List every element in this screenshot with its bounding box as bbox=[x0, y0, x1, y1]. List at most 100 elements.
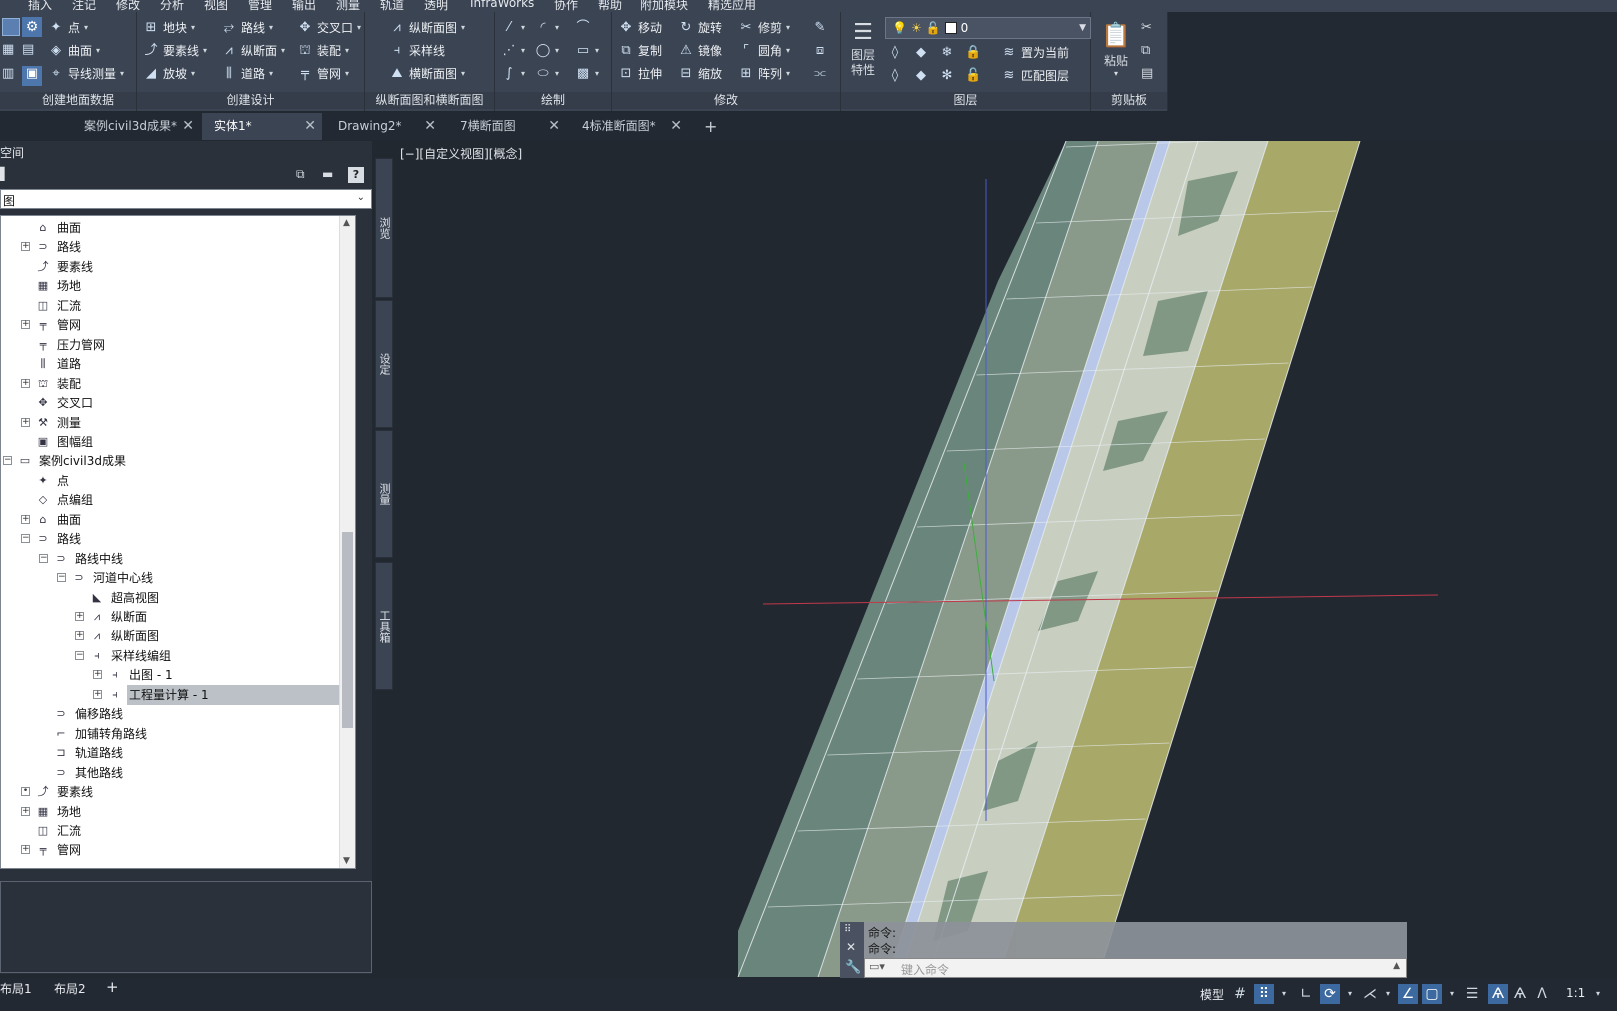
osnap-dropdown-icon[interactable]: ▾ bbox=[1442, 984, 1462, 1004]
side-tab-prospector[interactable]: 浏览 bbox=[375, 158, 393, 298]
panel-title-design[interactable]: 创建设计 bbox=[137, 92, 364, 109]
tree-node[interactable]: − ⊃ 路线 bbox=[21, 529, 83, 549]
wrench-icon[interactable]: 🔧 bbox=[845, 960, 861, 975]
layout-tab-1[interactable]: 布局1 bbox=[0, 980, 32, 997]
menu-view[interactable]: 视图 bbox=[204, 0, 228, 12]
isodraft-icon[interactable]: ⋌ bbox=[1360, 984, 1380, 1004]
fillet-button[interactable]: ⌜ 圆角 ▾ bbox=[738, 40, 790, 62]
ribbon-sample-lines-button[interactable]: ⫞ 采样线 bbox=[389, 40, 445, 62]
tree-expander-icon[interactable]: + bbox=[21, 320, 30, 330]
scale-dropdown-icon[interactable]: ▾ bbox=[1588, 984, 1608, 1004]
erase-button[interactable]: ✎ bbox=[812, 17, 828, 39]
layer-unisolate-icon[interactable]: ◆ bbox=[913, 68, 929, 84]
help-icon[interactable]: ? bbox=[348, 167, 364, 183]
chevron-up-icon[interactable]: ▲ bbox=[1393, 961, 1400, 971]
menu-rail[interactable]: 轨道 bbox=[380, 0, 404, 12]
tree-expander-icon[interactable]: + bbox=[21, 417, 30, 427]
circle-tool-button[interactable]: ◯ ▾ bbox=[535, 40, 559, 62]
copy-clip-icon[interactable]: ⧉ bbox=[1141, 43, 1150, 58]
tab-solid1[interactable]: 实体1* ✕ bbox=[202, 113, 322, 140]
layer-lock-icon[interactable]: 🔒 bbox=[965, 45, 981, 61]
tree-node[interactable]: + ╤ 管网 bbox=[21, 315, 83, 335]
settings-gear-icon[interactable]: ⚙ bbox=[22, 17, 42, 37]
tool-palette-icon[interactable]: ▤ bbox=[22, 42, 40, 60]
close-icon[interactable]: ✕ bbox=[182, 113, 194, 140]
layer-unlock-icon[interactable]: 🔓 bbox=[965, 68, 981, 84]
tree-node[interactable]: ▦ 场地 bbox=[35, 276, 83, 296]
ellipse-tool-button[interactable]: ⬭ ▾ bbox=[535, 63, 559, 85]
close-icon[interactable]: ✕ bbox=[304, 113, 316, 140]
tree-node[interactable]: ⊃ 偏移路线 bbox=[53, 704, 125, 724]
layer-isolate-icon[interactable]: ◆ bbox=[913, 45, 929, 61]
menu-survey[interactable]: 测量 bbox=[336, 0, 360, 12]
polyline-tool-button[interactable]: ⌒ bbox=[575, 17, 591, 39]
tree-node[interactable]: ⊐ 轨道路线 bbox=[53, 743, 125, 763]
tree-expander-icon[interactable]: + bbox=[93, 689, 102, 699]
ribbon-corridor-button[interactable]: ⫼ 道路 ▾ bbox=[221, 63, 273, 85]
tree-node[interactable]: ◇ 点编组 bbox=[35, 490, 95, 510]
tree-node[interactable]: − ▭ 案例civil3d成果 bbox=[3, 451, 128, 471]
copy-button[interactable]: ⧉ 复制 bbox=[618, 40, 662, 62]
tree-node[interactable]: + ╤ 管网 bbox=[21, 840, 83, 860]
layer-match-button[interactable]: ≋ 匹配图层 bbox=[1001, 65, 1069, 87]
ribbon-point-button[interactable]: ✦ 点 ▾ bbox=[48, 17, 88, 39]
ribbon-intersection-button[interactable]: ✥ 交叉口 ▾ bbox=[297, 17, 361, 39]
tab-7-sections[interactable]: 7横断面图 ✕ bbox=[452, 113, 566, 140]
tree-node[interactable]: − ⫞ 采样线编组 bbox=[75, 646, 173, 666]
mirror-button[interactable]: ⚠ 镜像 bbox=[678, 40, 722, 62]
side-tab-survey[interactable]: 测量 bbox=[375, 430, 393, 558]
tree-expander-icon[interactable]: + bbox=[93, 670, 102, 680]
layer-thaw-icon[interactable]: ✻ bbox=[939, 68, 955, 84]
menu-infraworks[interactable]: InfraWorks bbox=[470, 0, 534, 10]
offset-button[interactable]: ⫗ bbox=[812, 63, 828, 85]
tab-drawing2[interactable]: Drawing2* ✕ bbox=[328, 113, 442, 140]
command-prompt-icon[interactable]: ▭▾ bbox=[869, 960, 885, 973]
tree-node[interactable]: + ⛫ 装配 bbox=[21, 374, 83, 394]
annotation-scale-icon[interactable]: Λ bbox=[1532, 984, 1552, 1004]
ribbon-grading-button[interactable]: ◢ 放坡 ▾ bbox=[143, 63, 195, 85]
tree-node[interactable]: + ▦ 场地 bbox=[21, 802, 83, 822]
tree-node[interactable]: + ⌂ 曲面 bbox=[21, 510, 83, 530]
tree-expander-icon[interactable]: + bbox=[21, 845, 30, 855]
panel-title-layers[interactable]: 图层 bbox=[841, 92, 1090, 109]
snap-dropdown-icon[interactable]: ▾ bbox=[1274, 984, 1294, 1004]
tree-expander-icon[interactable]: − bbox=[21, 534, 30, 544]
tree-scrollbar[interactable]: ▲ ▼ bbox=[339, 216, 355, 868]
tree-node[interactable]: ⊃ 其他路线 bbox=[53, 763, 125, 783]
scale-button[interactable]: ⊟ 缩放 bbox=[678, 63, 722, 85]
panorama-icon[interactable]: ▦ bbox=[2, 42, 20, 60]
new-tab-button[interactable]: + bbox=[704, 113, 724, 140]
model-space-button[interactable]: 模型 bbox=[1200, 986, 1224, 1003]
tree-expander-icon[interactable]: + bbox=[75, 631, 84, 641]
properties-icon[interactable]: ▥ bbox=[2, 66, 20, 84]
auto-scale-icon[interactable]: Ѧ bbox=[1510, 984, 1530, 1004]
command-input[interactable]: ▭▾ 键入命令 ▲ bbox=[864, 958, 1407, 978]
ribbon-surface-button[interactable]: ◈ 曲面 ▾ bbox=[48, 40, 100, 62]
rotate-button[interactable]: ↻ 旋转 bbox=[678, 17, 722, 39]
tree-expander-icon[interactable]: + bbox=[21, 806, 30, 816]
ribbon-profile-view-button[interactable]: ⩘ 纵断面图 ▾ bbox=[389, 17, 465, 39]
panel-title-draw[interactable]: 绘制 bbox=[495, 92, 611, 109]
tree-node[interactable]: ◣ 超高视图 bbox=[89, 588, 161, 608]
polar-dropdown-icon[interactable]: ▾ bbox=[1340, 984, 1360, 1004]
menu-featured-apps[interactable]: 精选应用 bbox=[708, 0, 756, 12]
menu-modify[interactable]: 修改 bbox=[116, 0, 140, 12]
menu-annotate[interactable]: 注记 bbox=[72, 0, 96, 12]
panel-title-ground[interactable]: 创建地面数据 bbox=[0, 92, 136, 109]
menu-output[interactable]: 输出 bbox=[292, 0, 316, 12]
layer-dropdown[interactable]: 💡 ☀ 🔓 0 ▼ bbox=[885, 17, 1091, 39]
toolspace-icon[interactable] bbox=[2, 18, 20, 36]
tree-expander-icon[interactable]: + bbox=[21, 514, 30, 524]
menu-transparent[interactable]: 透明 bbox=[424, 0, 448, 12]
construction-line-button[interactable]: ⋰ ▾ bbox=[501, 40, 526, 62]
tree-expander-icon[interactable]: + bbox=[21, 242, 30, 252]
ribbon-section-views-button[interactable]: ⛰ 横断面图 ▾ bbox=[389, 63, 466, 85]
tree-node[interactable]: + ⩘ 纵断面 bbox=[75, 607, 149, 627]
tree-expander-icon[interactable]: − bbox=[57, 573, 66, 583]
side-tab-toolbox[interactable]: 工具箱 bbox=[375, 562, 393, 690]
cut-icon[interactable]: ✂ bbox=[1141, 20, 1152, 35]
line-tool-button[interactable]: ⁄ ▾ bbox=[501, 17, 525, 39]
menu-analyze[interactable]: 分析 bbox=[160, 0, 184, 12]
close-icon[interactable]: ✕ bbox=[846, 940, 856, 954]
close-icon[interactable]: ✕ bbox=[424, 113, 436, 140]
